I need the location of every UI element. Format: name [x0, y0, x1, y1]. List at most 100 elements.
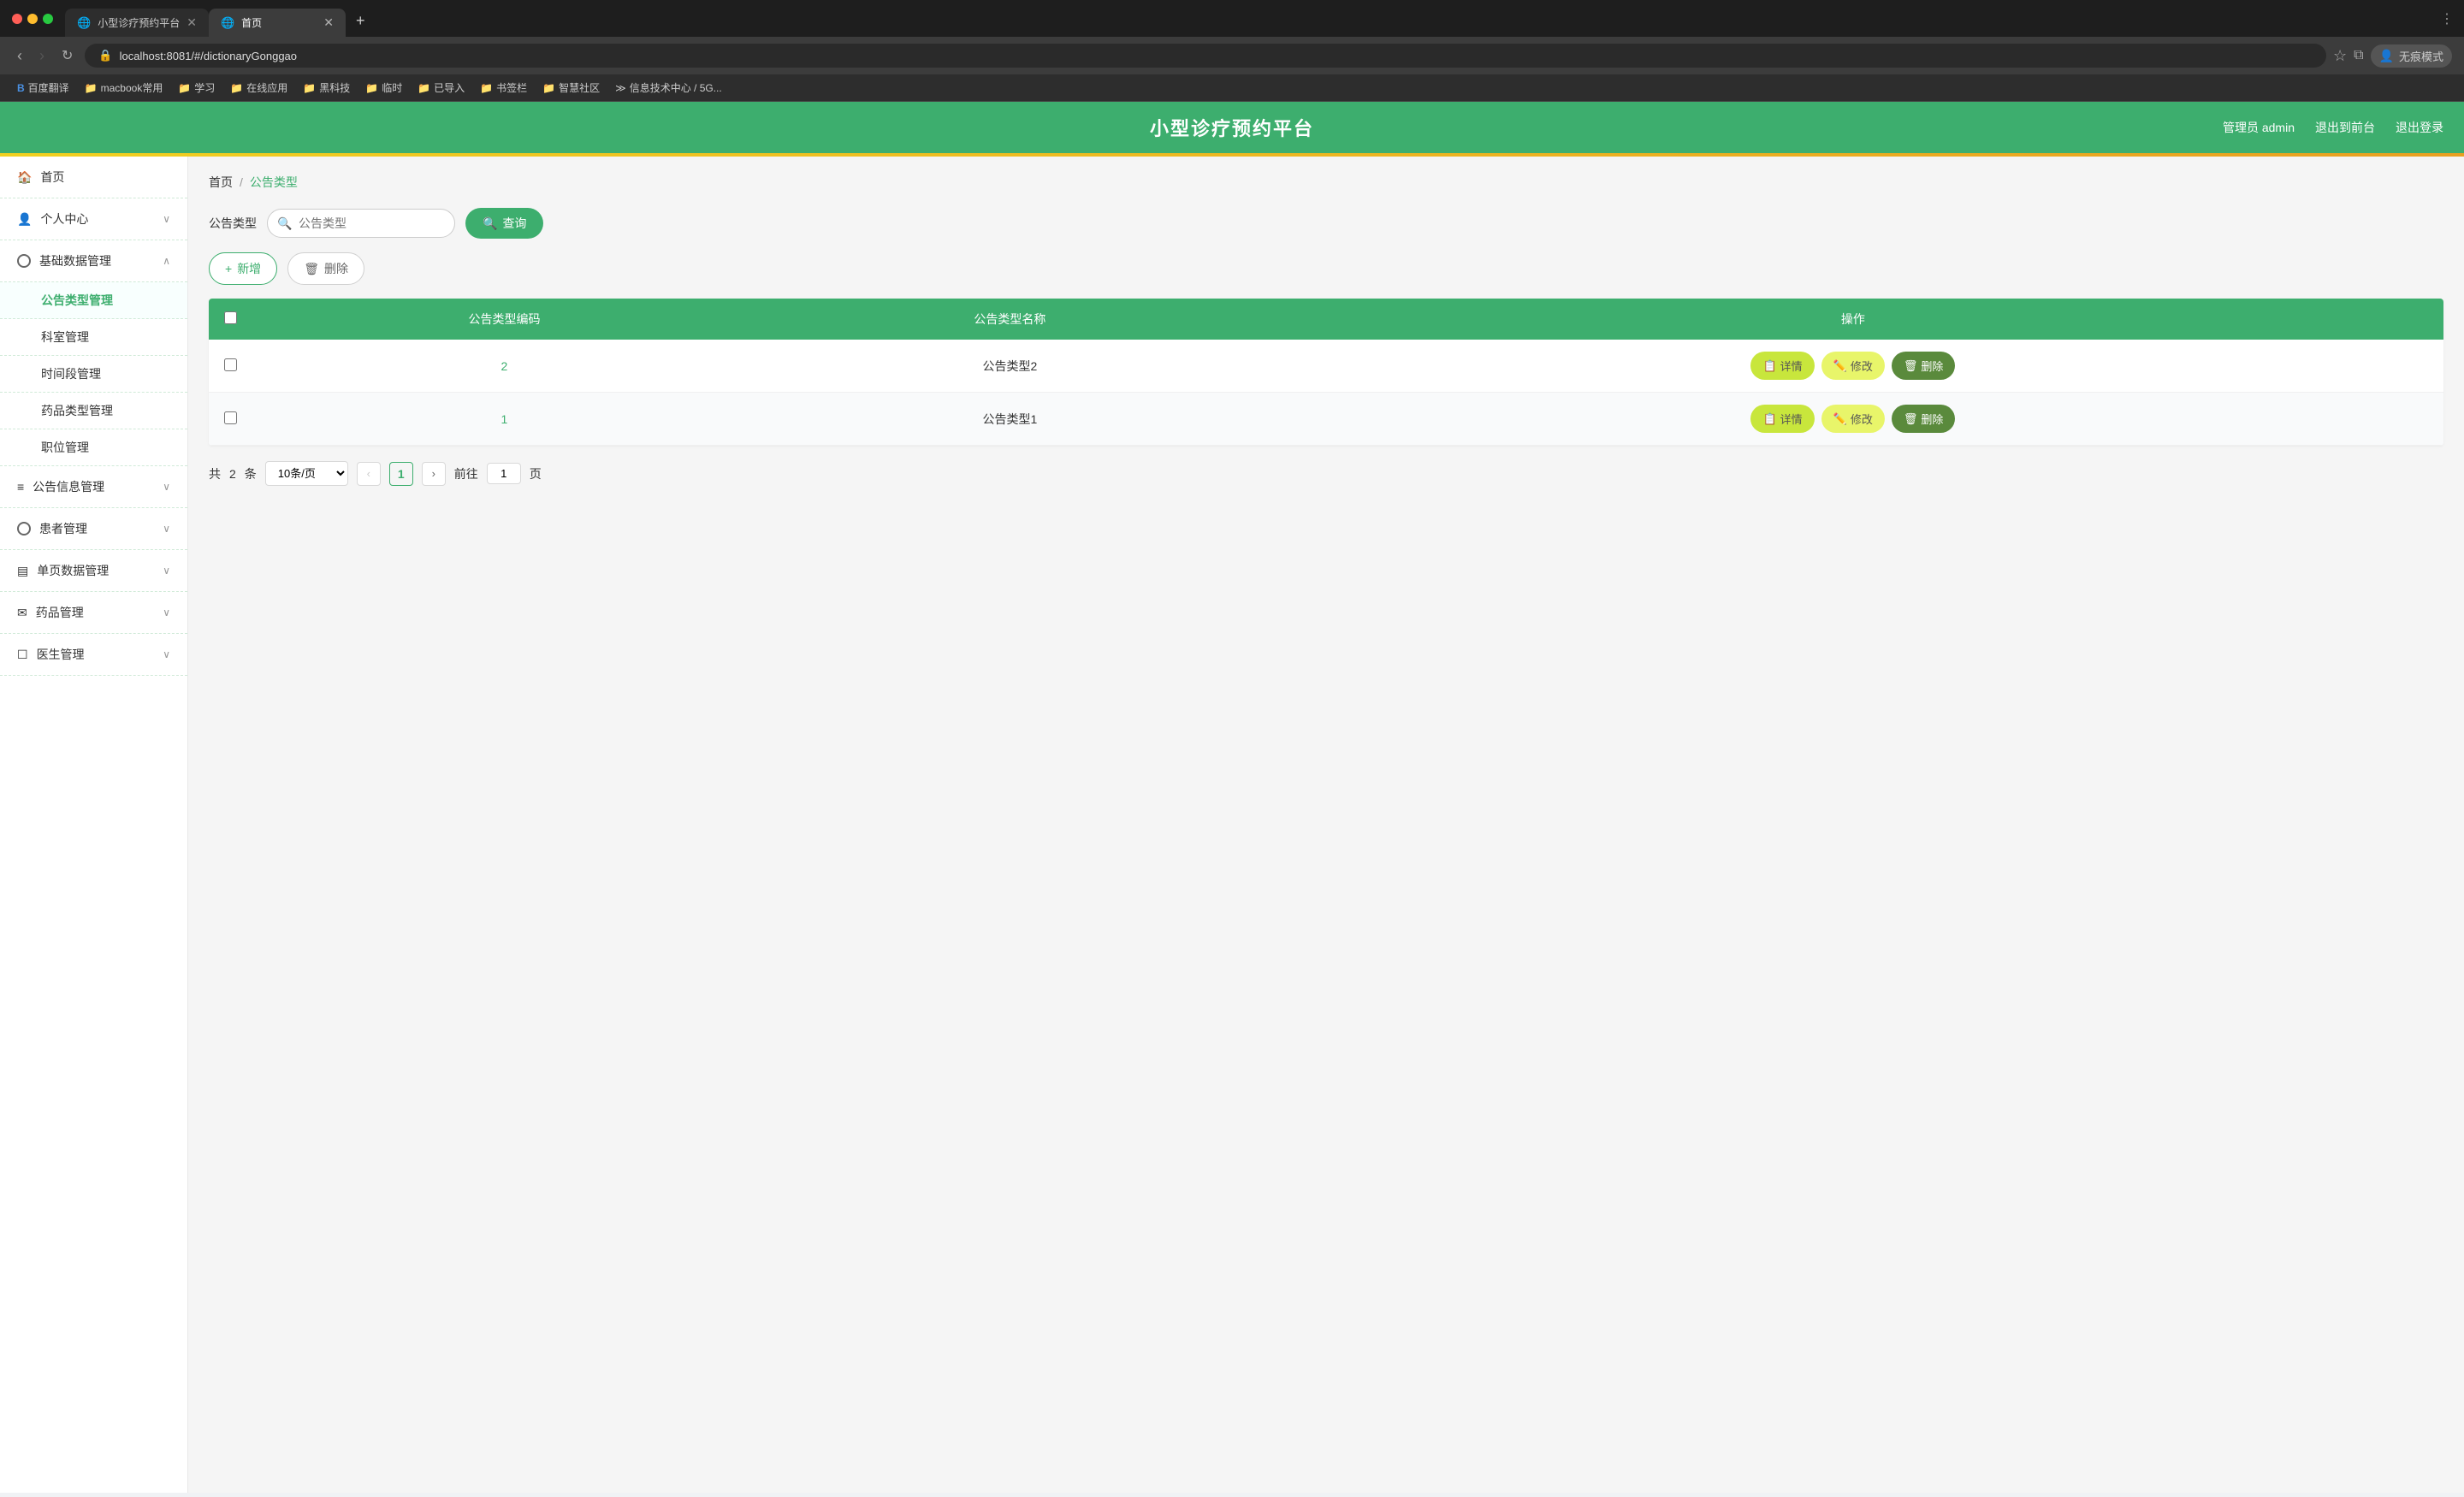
- sidebar-item-patient[interactable]: 患者管理 ∨: [0, 508, 187, 550]
- row1-name: 公告类型2: [757, 340, 1263, 393]
- row1-detail-button[interactable]: 📋 详情: [1750, 352, 1814, 380]
- tab-1-close[interactable]: ✕: [187, 15, 197, 30]
- browser-menu-icon[interactable]: ⋮: [2440, 10, 2454, 27]
- sidebar-item-home[interactable]: 🏠 首页: [0, 157, 187, 198]
- more-icon: ≫: [615, 82, 626, 94]
- add-label: 新增: [237, 260, 261, 277]
- trash-icon: 🗑: [304, 262, 319, 276]
- search-button[interactable]: 🔍 查询: [465, 208, 543, 239]
- bookmark-it-center[interactable]: ≫ 信息技术中心 / 5G...: [608, 78, 729, 98]
- sidebar-doctor-label: 医生管理: [37, 646, 85, 663]
- sidebar-item-medicine[interactable]: ✉ 药品管理 ∨: [0, 592, 187, 634]
- tab-1[interactable]: 🌐 小型诊疗预约平台 ✕: [65, 9, 209, 37]
- page-size-select[interactable]: 10条/页 20条/页 50条/页: [265, 461, 348, 486]
- row1-code: 2: [252, 340, 757, 393]
- logout-button[interactable]: 退出登录: [2396, 119, 2443, 136]
- tab-2-close[interactable]: ✕: [323, 15, 334, 30]
- sidebar-home-label: 首页: [40, 169, 64, 186]
- batch-delete-button[interactable]: 🗑 删除: [287, 252, 364, 285]
- folder-icon: 📁: [85, 82, 98, 94]
- back-to-frontend-button[interactable]: 退出到前台: [2315, 119, 2375, 136]
- bookmark-temp[interactable]: 📁 临时: [358, 78, 409, 98]
- total-suffix: 条: [245, 465, 257, 482]
- sidebar-sub-department[interactable]: 科室管理: [0, 319, 187, 356]
- sidebar-item-base-data[interactable]: 基础数据管理 ∧: [0, 240, 187, 282]
- tab-2[interactable]: 🌐 首页 ✕: [209, 9, 346, 37]
- next-page-button[interactable]: ›: [422, 462, 446, 486]
- folder-icon: 📁: [230, 82, 243, 94]
- close-button[interactable]: [12, 14, 22, 24]
- edit-icon: ✏️: [1833, 412, 1847, 426]
- breadcrumb-home[interactable]: 首页: [209, 174, 233, 191]
- bookmark-bar[interactable]: 📁 书签栏: [473, 78, 534, 98]
- circle-icon: [17, 254, 31, 268]
- table-row: 1 公告类型1 📋 详情 ✏️ 修改: [209, 393, 2443, 446]
- address-text: localhost:8081/#/dictionaryGonggao: [120, 50, 297, 62]
- sidebar-sub-announcement-type[interactable]: 公告类型管理: [0, 282, 187, 319]
- bookmark-baidu-translate[interactable]: B 百度翻译: [10, 78, 76, 98]
- sidebar-item-personal[interactable]: 👤 个人中心 ∨: [0, 198, 187, 240]
- row2-delete-button[interactable]: 🗑 删除: [1892, 405, 1956, 433]
- select-all-checkbox[interactable]: [224, 311, 237, 324]
- bookmark-study[interactable]: 📁 学习: [171, 78, 222, 98]
- profile-button[interactable]: 👤 无痕模式: [2371, 44, 2452, 68]
- sidebar-item-single-page[interactable]: ▤ 单页数据管理 ∨: [0, 550, 187, 592]
- row2-checkbox[interactable]: [209, 393, 252, 446]
- bookmark-star-button[interactable]: ☆: [2333, 47, 2347, 65]
- bookmarks-bar: B 百度翻译 📁 macbook常用 📁 学习 📁 在线应用 📁 黑科技 📁 临…: [0, 74, 2464, 102]
- row2-edit-button[interactable]: ✏️ 修改: [1821, 405, 1885, 433]
- edit-label: 修改: [1851, 411, 1873, 427]
- header-actions: 管理员 admin 退出到前台 退出登录: [2223, 119, 2443, 136]
- folder-icon: 📁: [178, 82, 191, 94]
- chevron-down-icon: ∨: [163, 481, 170, 493]
- split-view-button[interactable]: ⧉: [2354, 48, 2363, 63]
- pages-icon: ▤: [17, 564, 28, 578]
- row1-edit-button[interactable]: ✏️ 修改: [1821, 352, 1885, 380]
- sidebar-sub-timeslot[interactable]: 时间段管理: [0, 356, 187, 393]
- sidebar-patient-label: 患者管理: [39, 520, 87, 537]
- address-bar[interactable]: 🔒 localhost:8081/#/dictionaryGonggao: [85, 44, 2326, 68]
- bookmark-imported[interactable]: 📁 已导入: [411, 78, 471, 98]
- row2-name: 公告类型1: [757, 393, 1263, 446]
- folder-icon: 📁: [365, 82, 378, 94]
- row2-detail-button[interactable]: 📋 详情: [1750, 405, 1814, 433]
- total-prefix: 共: [209, 465, 221, 482]
- traffic-lights: [0, 0, 65, 37]
- forward-button[interactable]: ›: [34, 45, 50, 67]
- sidebar-single-page-label: 单页数据管理: [37, 562, 109, 579]
- sidebar-sub-position[interactable]: 职位管理: [0, 429, 187, 466]
- new-tab-button[interactable]: +: [346, 5, 376, 37]
- browser-tab-bar: 🌐 小型诊疗预约平台 ✕ 🌐 首页 ✕ + ⋮: [0, 0, 2464, 37]
- maximize-button[interactable]: [43, 14, 53, 24]
- breadcrumb: 首页 / 公告类型: [209, 174, 2443, 191]
- delete-row-label: 删除: [1921, 411, 1943, 427]
- goto-prefix: 前往: [454, 465, 478, 482]
- row2-select-checkbox[interactable]: [224, 411, 237, 424]
- reload-button[interactable]: ↻: [56, 45, 78, 66]
- chevron-down-icon: ∨: [163, 523, 170, 535]
- goto-page-input[interactable]: [487, 463, 521, 484]
- minimize-button[interactable]: [27, 14, 38, 24]
- row1-checkbox[interactable]: [209, 340, 252, 393]
- add-icon: +: [225, 262, 232, 275]
- back-button[interactable]: ‹: [12, 45, 27, 67]
- sidebar-sub-medicine-type[interactable]: 药品类型管理: [0, 393, 187, 429]
- sidebar-item-announcement-info[interactable]: ≡ 公告信息管理 ∨: [0, 466, 187, 508]
- row1-delete-button[interactable]: 🗑 删除: [1892, 352, 1956, 380]
- prev-page-button[interactable]: ‹: [357, 462, 381, 486]
- bookmark-tech[interactable]: 📁 黑科技: [296, 78, 357, 98]
- breadcrumb-current: 公告类型: [250, 174, 298, 191]
- search-input[interactable]: [267, 209, 455, 238]
- add-button[interactable]: + 新增: [209, 252, 277, 285]
- delete-label: 删除: [324, 260, 348, 277]
- bookmark-macbook[interactable]: 📁 macbook常用: [78, 78, 170, 98]
- bookmark-smart-community[interactable]: 📁 智慧社区: [536, 78, 607, 98]
- sidebar-item-doctor[interactable]: ☐ 医生管理 ∨: [0, 634, 187, 676]
- bookmark-label: 信息技术中心 / 5G...: [630, 80, 722, 95]
- header-checkbox: [209, 299, 252, 340]
- bookmark-online[interactable]: 📁 在线应用: [223, 78, 294, 98]
- row1-select-checkbox[interactable]: [224, 358, 237, 371]
- action-bar: + 新增 🗑 删除: [209, 252, 2443, 285]
- delete-row-label: 删除: [1921, 358, 1943, 374]
- search-bar: 公告类型 🔍 🔍 查询: [209, 208, 2443, 239]
